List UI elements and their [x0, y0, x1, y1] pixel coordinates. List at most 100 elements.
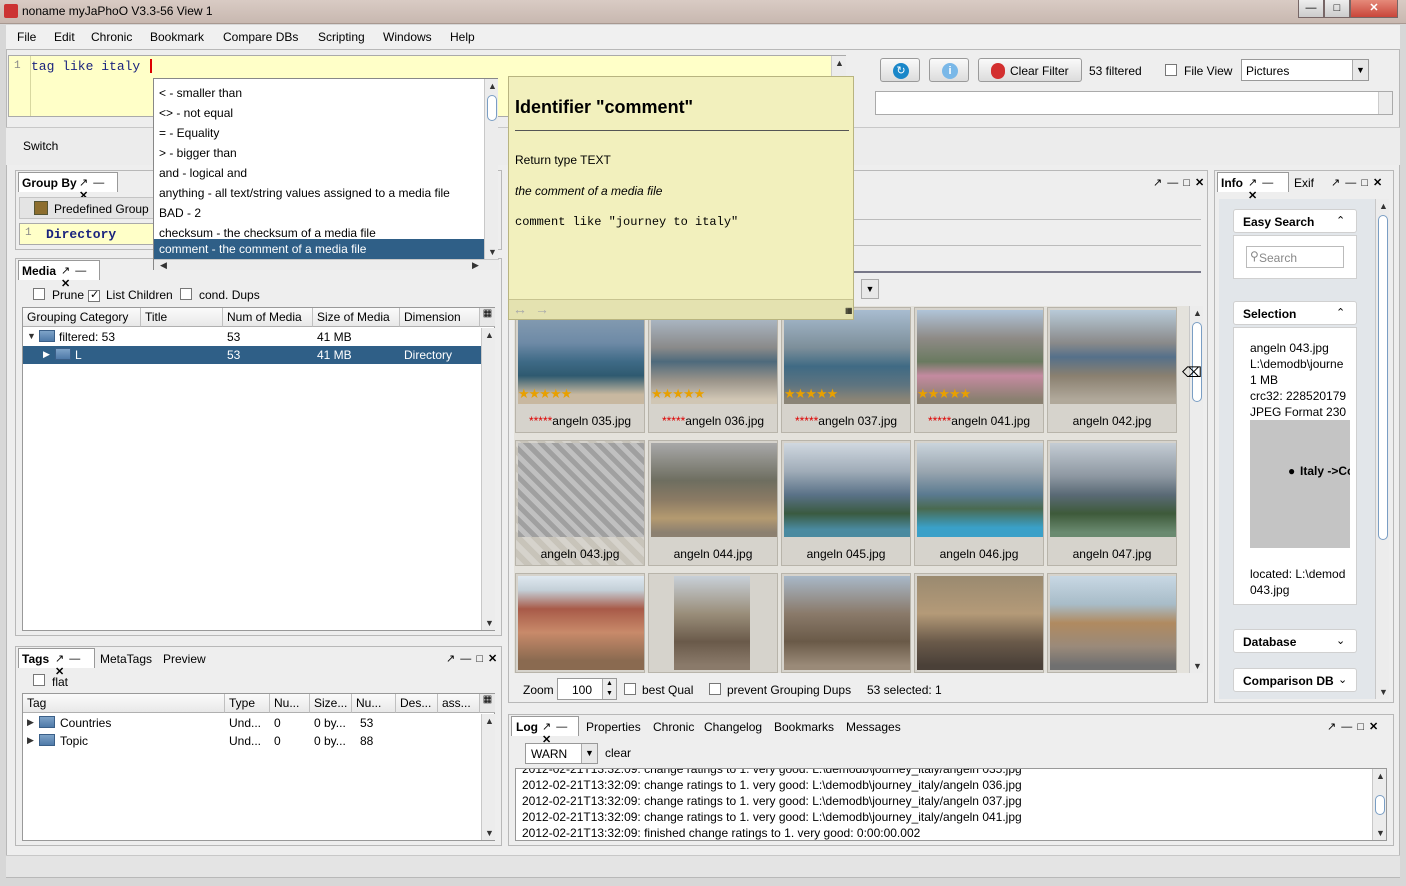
group-by-tab[interactable]: Group By ↗ — ✕	[18, 172, 118, 202]
tab-properties[interactable]: Properties	[586, 720, 641, 734]
thumbnail-item[interactable]: angeln 045.jpg	[781, 440, 911, 566]
autocomplete-item[interactable]: anything - all text/string values assign…	[159, 183, 484, 203]
easy-search-input[interactable]: ⚲ Search	[1246, 246, 1344, 268]
scroll-thumb[interactable]	[1192, 322, 1202, 402]
thumbnail-item[interactable]: ★★★★★ *****angeln 037.jpg	[781, 307, 911, 433]
table-row[interactable]: ▶ Topic Und... 0 0 by... 88	[23, 732, 481, 750]
menu-scripting[interactable]: Scripting	[318, 30, 365, 44]
prevent-dups-checkbox[interactable]	[709, 683, 721, 695]
thumbnail-item-selected[interactable]: angeln 043.jpg	[515, 440, 645, 566]
thumbnail-item[interactable]: ★★★★★ *****angeln 036.jpg	[648, 307, 778, 433]
thumbnail-item[interactable]: angeln 044.jpg	[648, 440, 778, 566]
scroll-thumb[interactable]	[1378, 215, 1388, 540]
tab-chronic[interactable]: Chronic	[653, 720, 694, 734]
scroll-thumb[interactable]	[1375, 795, 1385, 815]
column-header-title[interactable]: Title	[141, 308, 223, 327]
menu-help[interactable]: Help	[450, 30, 475, 44]
cond-dups-checkbox[interactable]	[180, 288, 192, 300]
flat-checkbox[interactable]	[33, 674, 45, 686]
autocomplete-item-selected[interactable]: comment - the comment of a media file	[154, 239, 484, 259]
column-header-dimension[interactable]: Dimension	[400, 308, 480, 327]
view-select[interactable]: Pictures ▼	[1241, 59, 1369, 81]
autocomplete-item[interactable]: > - bigger than	[159, 143, 484, 163]
tab-preview[interactable]: Preview	[163, 652, 206, 666]
menu-file[interactable]: File	[17, 30, 36, 44]
thumbnail-item[interactable]: angeln 047.jpg	[1047, 440, 1177, 566]
chevron-down-icon[interactable]: ▼	[861, 279, 879, 299]
tab-exif[interactable]: Exif	[1294, 176, 1314, 190]
tags-table-scrollbar[interactable]: ▲ ▼	[481, 714, 495, 840]
menu-chronic[interactable]: Chronic	[91, 30, 132, 44]
media-tab[interactable]: Media ↗ — ✕	[18, 260, 100, 290]
prune-checkbox[interactable]	[33, 288, 45, 300]
autocomplete-item[interactable]: = - Equality	[159, 123, 484, 143]
table-row-selected[interactable]: ▶ L 53 41 MB Directory	[23, 346, 481, 364]
log-tab[interactable]: Log ↗ — ✕	[511, 716, 579, 746]
spinner-arrows-icon[interactable]: ▲ ▼	[602, 679, 616, 699]
autocomplete-scrollbar[interactable]: ▲ ▼	[484, 79, 498, 259]
refresh-button[interactable]: ↻	[880, 58, 920, 82]
autocomplete-item[interactable]: < - smaller than	[159, 83, 484, 103]
tab-metatags[interactable]: MetaTags	[100, 652, 152, 666]
scroll-thumb[interactable]	[487, 95, 497, 121]
thumbnail-item[interactable]	[781, 573, 911, 673]
tab-bookmarks[interactable]: Bookmarks	[774, 720, 834, 734]
thumbnail-item[interactable]	[1047, 573, 1177, 673]
log-level-select[interactable]: WARN ▼	[525, 743, 598, 764]
column-header-size-of-media[interactable]: Size of Media	[313, 308, 400, 327]
resize-grip-icon[interactable]: ▦	[845, 306, 853, 315]
column-header-num[interactable]: Nu...	[270, 694, 310, 713]
media-table-scrollbar[interactable]: ▲ ▼	[481, 328, 495, 630]
maximize-button[interactable]: □	[1324, 0, 1350, 18]
best-qual-checkbox[interactable]	[624, 683, 636, 695]
column-header-assigned[interactable]: ass...	[438, 694, 480, 713]
thumbnail-panel-controls[interactable]: ↗ — □ ✕	[1153, 176, 1205, 189]
thumbnail-item[interactable]: ★★★★★ *****angeln 035.jpg	[515, 307, 645, 433]
group-by-editor[interactable]: 1 Directory	[19, 223, 154, 245]
location-map[interactable]: ● Italy ->Co	[1250, 420, 1350, 548]
log-clear-button[interactable]: clear	[605, 746, 631, 760]
minimize-button[interactable]: —	[1298, 0, 1324, 18]
media-tab-controls[interactable]: ↗ — ✕	[61, 264, 99, 290]
comparison-db-header[interactable]: Comparison DB ⌄	[1233, 668, 1357, 692]
tab-messages[interactable]: Messages	[846, 720, 901, 734]
info-button[interactable]: i	[929, 58, 969, 82]
easy-search-header[interactable]: Easy Search ⌃	[1233, 209, 1357, 233]
column-header-type[interactable]: Type	[225, 694, 270, 713]
table-row[interactable]: ▶ Countries Und... 0 0 by... 53	[23, 714, 481, 732]
menu-edit[interactable]: Edit	[54, 30, 75, 44]
tags-panel-controls[interactable]: ↗ — □ ✕	[446, 652, 498, 665]
autocomplete-item[interactable]: <> - not equal	[159, 103, 484, 123]
switch-button[interactable]: Switch	[23, 139, 58, 153]
column-header-num-of-media[interactable]: Num of Media	[223, 308, 313, 327]
thumbnail-item[interactable]: ★★★★★ *****angeln 041.jpg	[914, 307, 1044, 433]
file-view-checkbox[interactable]	[1165, 64, 1177, 76]
column-header-num2[interactable]: Nu...	[352, 694, 396, 713]
log-panel-controls[interactable]: ↗ — □ ✕	[1327, 720, 1379, 733]
log-scrollbar[interactable]: ▲ ▼	[1372, 769, 1386, 840]
close-window-button[interactable]: ✕	[1350, 0, 1398, 18]
column-header-tag[interactable]: Tag	[23, 694, 225, 713]
menu-compare-dbs[interactable]: Compare DBs	[223, 30, 298, 44]
zoom-spinner[interactable]: 100 ▲ ▼	[557, 678, 617, 700]
info-scrollbar[interactable]: ▲ ▼	[1375, 199, 1389, 699]
table-row[interactable]: ▼ filtered: 53 53 41 MB	[23, 328, 481, 346]
autocomplete-item[interactable]: and - logical and	[159, 163, 484, 183]
autocomplete-hscrollbar[interactable]: ◀ ▶	[154, 259, 499, 270]
thumbnail-item[interactable]	[515, 573, 645, 673]
column-chooser-icon[interactable]: ▦	[480, 308, 495, 327]
clear-filter-button[interactable]: Clear Filter	[978, 58, 1082, 82]
list-children-checkbox[interactable]	[88, 288, 100, 302]
column-header-grouping-category[interactable]: Grouping Category	[23, 308, 141, 327]
tab-changelog[interactable]: Changelog	[704, 720, 762, 734]
tags-tab[interactable]: Tags ↗ — ✕	[18, 648, 95, 678]
filter-text-field[interactable]	[875, 91, 1393, 115]
info-tab[interactable]: Info ↗ — ✕	[1217, 172, 1289, 202]
selection-header[interactable]: Selection ⌃	[1233, 301, 1357, 325]
menu-windows[interactable]: Windows	[383, 30, 432, 44]
forward-arrow-icon[interactable]: →	[535, 301, 549, 317]
thumbnail-item[interactable]	[648, 573, 778, 673]
thumbnail-item[interactable]	[914, 573, 1044, 673]
predefined-group-button[interactable]: Predefined Group	[19, 197, 154, 219]
column-header-description[interactable]: Des...	[396, 694, 438, 713]
